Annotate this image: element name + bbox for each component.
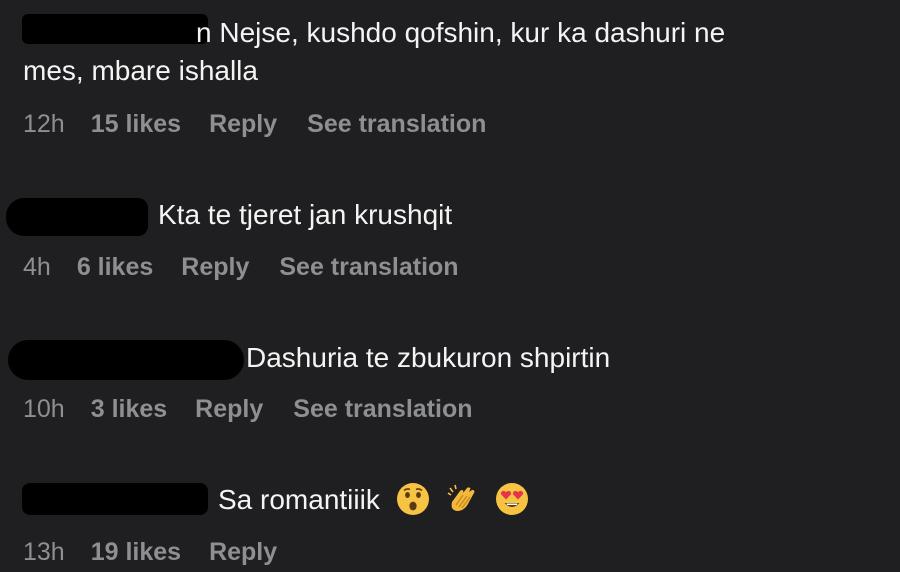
- comment-text: Dashuria te zbukuron shpirtin: [246, 342, 611, 373]
- comment-time: 10h: [23, 395, 65, 423]
- comment-time: 4h: [23, 253, 51, 281]
- see-translation-link[interactable]: See translation: [293, 394, 472, 424]
- comment-text-line2: mes, mbare ishalla: [23, 55, 258, 86]
- redacted-username: [8, 340, 244, 380]
- reply-button[interactable]: Reply: [195, 394, 263, 424]
- see-translation-link[interactable]: See translation: [279, 252, 458, 282]
- reply-button[interactable]: Reply: [209, 109, 277, 139]
- comment-time: 13h: [23, 538, 65, 566]
- comment-meta: 10h 3 likes Reply See translation: [23, 394, 473, 424]
- astonished-face-icon: [396, 482, 430, 516]
- comment-text-value: Sa romantiiik: [218, 484, 380, 515]
- likes-link[interactable]: 6 likes: [77, 252, 153, 282]
- see-translation-link[interactable]: See translation: [307, 109, 486, 139]
- comment-text: Sa romantiiik: [218, 481, 529, 519]
- comment-text: Kta te tjeret jan krushqit: [158, 199, 453, 230]
- redacted-username: [22, 483, 208, 515]
- likes-link[interactable]: 19 likes: [91, 537, 181, 567]
- comment-meta: 12h 15 likes Reply See translation: [23, 109, 486, 139]
- redacted-username: [22, 14, 208, 44]
- comment-text-line1: n Nejse, kushdo qofshin, kur ka dashuri …: [196, 17, 726, 48]
- comment-time: 12h: [23, 110, 65, 138]
- heart-eyes-face-icon: [495, 482, 529, 516]
- likes-link[interactable]: 3 likes: [91, 394, 167, 424]
- comment-meta: 13h 19 likes Reply: [23, 537, 307, 567]
- comment-meta: 4h 6 likes Reply See translation: [23, 252, 459, 282]
- reply-button[interactable]: Reply: [209, 537, 277, 567]
- reply-button[interactable]: Reply: [181, 252, 249, 282]
- likes-link[interactable]: 15 likes: [91, 109, 181, 139]
- clapping-hands-icon: [445, 482, 479, 516]
- redacted-username: [6, 198, 148, 236]
